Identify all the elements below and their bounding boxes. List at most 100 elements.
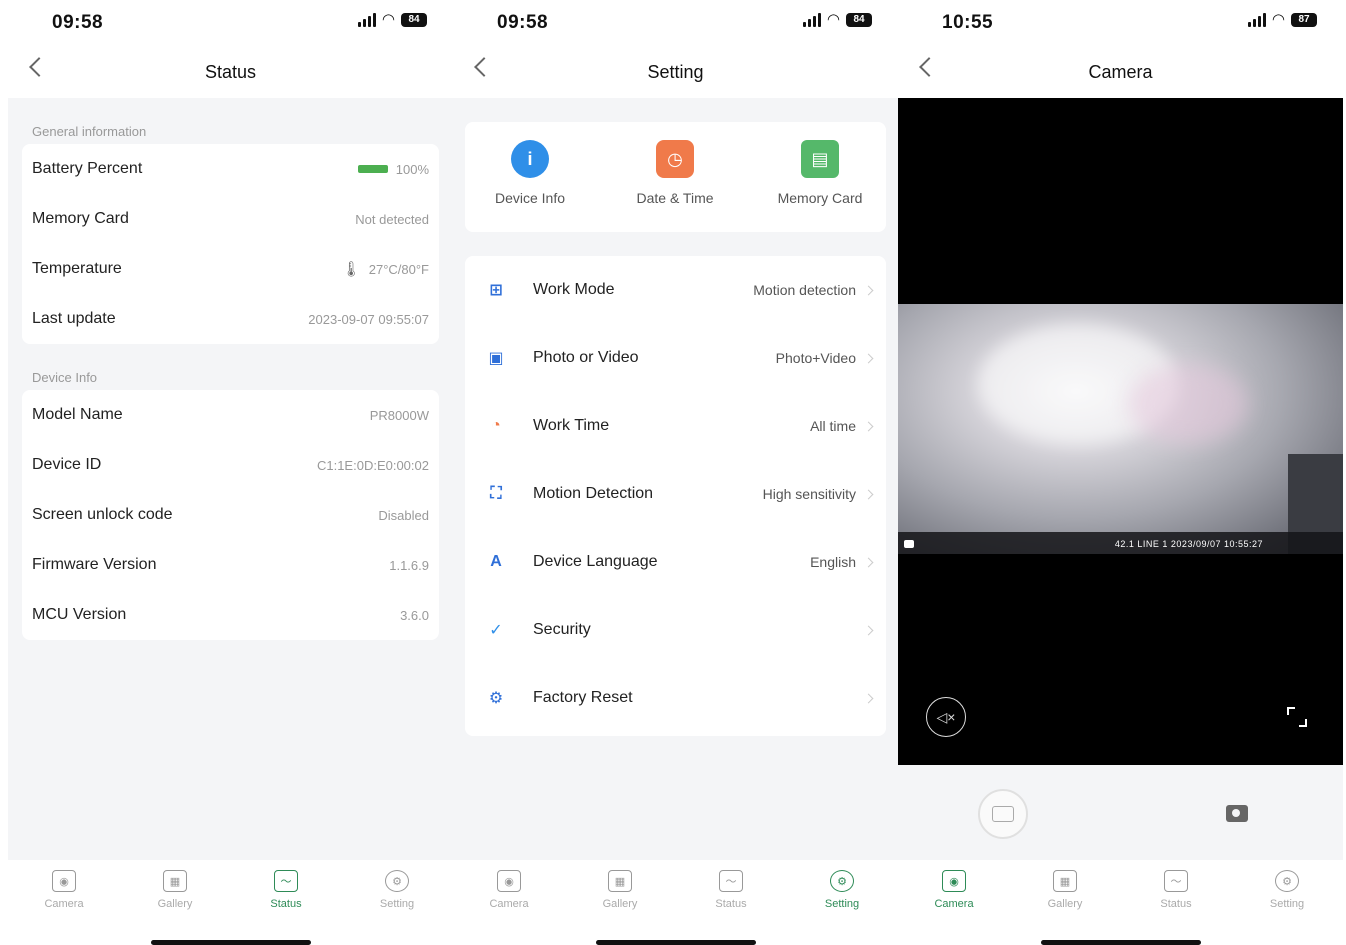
live-view[interactable]: 42.1 LINE 1 2023/09/07 10:55:27 ◁× [898, 98, 1343, 765]
setting-icon: ⚙ [1275, 870, 1299, 892]
tab-setting[interactable]: ⚙ Setting [1247, 870, 1327, 910]
home-indicator [1041, 940, 1201, 945]
signal-icon [357, 13, 376, 27]
row-mcu: MCU Version 3.6.0 [32, 606, 429, 623]
grid-icon: ⊞ [489, 282, 503, 299]
chevron-right-icon [863, 353, 874, 363]
fullscreen-button[interactable] [1287, 707, 1307, 727]
page-title: Status [204, 62, 257, 82]
tab-gallery[interactable]: ▦ Gallery [1025, 870, 1105, 910]
status-icon: 〜 [274, 870, 298, 892]
quick-device-info[interactable]: i Device Info [465, 140, 595, 206]
gallery-icon: ▦ [163, 870, 187, 892]
home-indicator [151, 940, 311, 945]
setting-photo-video[interactable]: ▣ Photo or Video Photo+Video [465, 324, 886, 392]
tab-status[interactable]: 〜 Status [246, 870, 326, 910]
camera-video-icon: ▣ [488, 350, 504, 367]
row-memory-card: Memory Card Not detected [32, 210, 429, 227]
camera-screen: 10:55 ◠ 87 Camera 42.1 LINE 1 2023/09/07… [898, 0, 1343, 945]
signal-icon [1247, 13, 1266, 27]
feed-info-strip: 42.1 LINE 1 2023/09/07 10:55:27 [898, 532, 1343, 554]
row-model: Model Name PR8000W [32, 406, 429, 423]
setting-factory-reset[interactable]: ⚙ Factory Reset [465, 664, 886, 732]
camera-icon: ◉ [52, 870, 76, 892]
gallery-icon: ▦ [608, 870, 632, 892]
status-bar: 10:55 ◠ 87 [898, 0, 1343, 46]
tab-status[interactable]: 〜 Status [691, 870, 771, 910]
chevron-right-icon [863, 625, 874, 635]
info-icon: i [511, 140, 549, 178]
battery-bar-icon [357, 165, 388, 173]
chevron-right-icon [863, 285, 874, 295]
battery-icon: 84 [401, 13, 427, 27]
wifi-icon: ◠ [1271, 11, 1285, 28]
settings-list: ⊞ Work Mode Motion detection ▣ Photo or … [465, 256, 886, 736]
tab-gallery[interactable]: ▦ Gallery [135, 870, 215, 910]
tab-camera[interactable]: ◉ Camera [24, 870, 104, 910]
row-temperature: Temperature 🌡 27°C/80°F [32, 260, 429, 278]
wifi-icon: ◠ [381, 11, 395, 28]
nav-bar: Camera [898, 46, 1343, 98]
camera-feed-image: 42.1 LINE 1 2023/09/07 10:55:27 [898, 304, 1343, 554]
row-device-id: Device ID C1:1E:0D:E0:00:02 [32, 456, 429, 473]
home-indicator [596, 940, 756, 945]
language-icon: A [490, 553, 502, 570]
thermometer-icon: 🌡 [341, 261, 361, 278]
status-screen: 09:58 ◠ 84 Status General information Ba… [8, 0, 453, 945]
record-button[interactable] [978, 789, 1028, 839]
tab-camera[interactable]: ◉ Camera [469, 870, 549, 910]
shield-icon: ✓ [489, 622, 503, 639]
signal-icon [802, 13, 821, 27]
tab-bar: ◉ Camera ▦ Gallery 〜 Status ⚙ Setting [8, 860, 453, 945]
chevron-right-icon [863, 489, 874, 499]
timer-icon: ◔ [491, 417, 501, 434]
tab-bar: ◉ Camera ▦ Gallery 〜 Status ⚙ Setting [898, 860, 1343, 945]
chevron-right-icon [863, 421, 874, 431]
row-last-update: Last update 2023-09-07 09:55:07 [32, 310, 429, 327]
tab-camera[interactable]: ◉ Camera [914, 870, 994, 910]
status-content: General information Battery Percent 100%… [8, 98, 453, 860]
setting-icon: ⚙ [830, 870, 854, 892]
clock: 09:58 [52, 12, 104, 33]
status-bar: 09:58 ◠ 84 [453, 0, 898, 46]
battery-icon: 84 [846, 13, 872, 27]
tab-setting[interactable]: ⚙ Setting [357, 870, 437, 910]
quick-date-time[interactable]: ◷ Date & Time [610, 140, 740, 206]
device-info-card: Model Name PR8000W Device ID C1:1E:0D:E0… [22, 390, 439, 640]
clock: 09:58 [497, 12, 549, 33]
snapshot-button[interactable] [1226, 805, 1248, 822]
nav-bar: Setting [453, 46, 898, 98]
setting-work-mode[interactable]: ⊞ Work Mode Motion detection [465, 256, 886, 324]
gear-icon: ⚙ [488, 690, 504, 707]
battery-icon: 87 [1291, 13, 1317, 27]
setting-security[interactable]: ✓ Security [465, 596, 886, 664]
setting-work-time[interactable]: ◔ Work Time All time [465, 392, 886, 460]
status-icon: 〜 [1164, 870, 1188, 892]
video-record-icon [992, 806, 1014, 822]
sd-card-icon: ▤ [801, 140, 839, 178]
tab-gallery[interactable]: ▦ Gallery [580, 870, 660, 910]
setting-content: i Device Info ◷ Date & Time ▤ Memory Car… [453, 98, 898, 860]
clock-icon: ◷ [656, 140, 694, 178]
quick-actions-card: i Device Info ◷ Date & Time ▤ Memory Car… [465, 122, 886, 232]
camera-icon: ◉ [942, 870, 966, 892]
page-title: Camera [1088, 62, 1153, 82]
general-info-card: Battery Percent 100% Memory Card Not det… [22, 144, 439, 344]
setting-motion-detection[interactable]: ⛶ Motion Detection High sensitivity [465, 460, 886, 528]
status-icon: 〜 [719, 870, 743, 892]
row-unlock-code: Screen unlock code Disabled [32, 506, 429, 523]
camera-icon: ◉ [497, 870, 521, 892]
camera-status-icon [904, 540, 914, 548]
setting-device-language[interactable]: A Device Language English [465, 528, 886, 596]
mute-button[interactable]: ◁× [926, 697, 966, 737]
tab-status[interactable]: 〜 Status [1136, 870, 1216, 910]
row-battery: Battery Percent 100% [32, 160, 429, 177]
clock: 10:55 [942, 12, 994, 33]
nav-bar: Status [8, 46, 453, 98]
tab-setting[interactable]: ⚙ Setting [802, 870, 882, 910]
motion-icon: ⛶ [490, 485, 502, 502]
status-bar: 09:58 ◠ 84 [8, 0, 453, 46]
quick-memory-card[interactable]: ▤ Memory Card [755, 140, 885, 206]
chevron-right-icon [863, 693, 874, 703]
fullscreen-icon [1287, 707, 1295, 715]
